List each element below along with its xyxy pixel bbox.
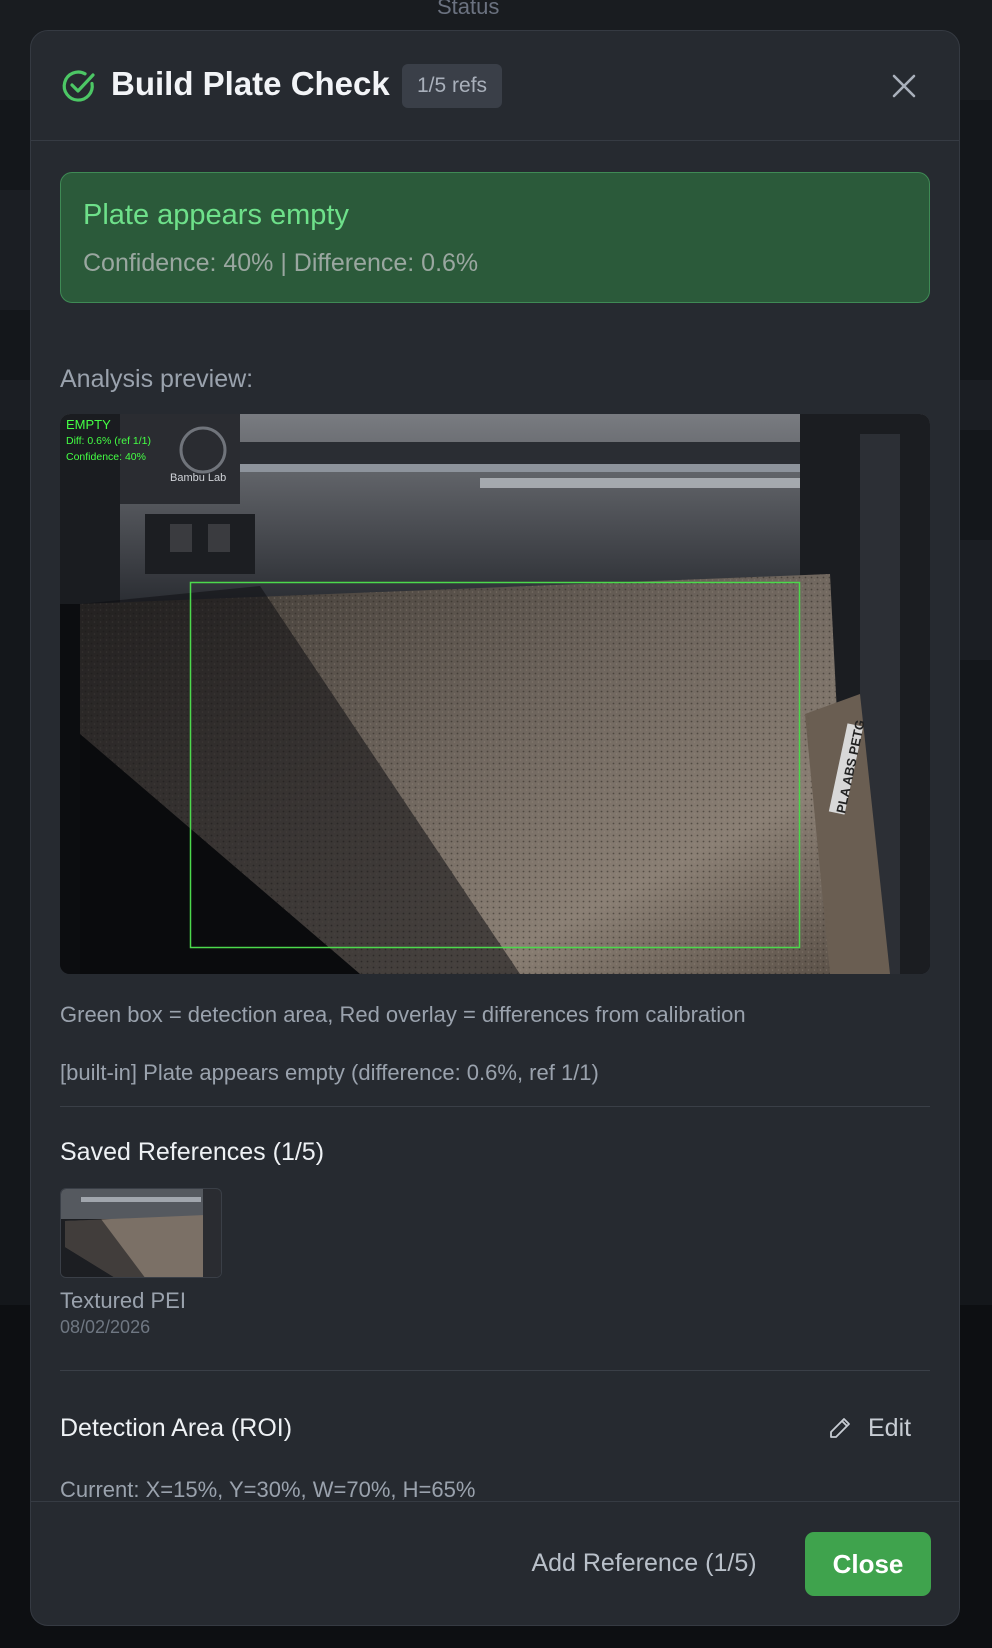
reference-name: Textured PEI (60, 1288, 186, 1313)
result-banner: Plate appears empty Confidence: 40% | Di… (60, 172, 930, 303)
section-divider (60, 1370, 930, 1371)
builtin-detection-note: [built-in] Plate appears empty (differen… (60, 1060, 599, 1085)
background-panel (960, 540, 992, 660)
overlay-status-text: EMPTY (66, 417, 111, 432)
background-panel (0, 380, 30, 430)
roi-title: Detection Area (ROI) (60, 1414, 293, 1442)
reference-thumbnail-image (61, 1189, 221, 1277)
printer-brand-logo-text: Bambu Lab (170, 472, 226, 484)
background-panel (0, 190, 30, 310)
close-icon[interactable] (886, 68, 922, 104)
section-divider (60, 1106, 930, 1107)
preview-caption: Green box = detection area, Red overlay … (60, 1002, 746, 1027)
camera-frame: PLA ABS PETG EMPTY Diff: 0.6% (ref 1/1) … (60, 414, 930, 974)
close-button[interactable]: Close (805, 1532, 931, 1596)
dialog-title: Build Plate Check (111, 65, 390, 102)
overlay-confidence-text: Confidence: 40% (66, 451, 146, 463)
reference-thumbnail[interactable] (60, 1188, 222, 1278)
check-circle-icon (62, 70, 95, 102)
overlay-diff-text: Diff: 0.6% (ref 1/1) (66, 435, 151, 447)
roi-current-values: Current: X=15%, Y=30%, W=70%, H=65% (60, 1477, 476, 1502)
add-reference-button[interactable]: Add Reference (1/5) (509, 1532, 779, 1594)
edit-roi-button[interactable]: Edit (828, 1406, 930, 1450)
analysis-preview-image: PLA ABS PETG EMPTY Diff: 0.6% (ref 1/1) … (60, 414, 930, 974)
dialog-header: Build Plate Check 1/5 refs (31, 31, 959, 141)
edit-roi-label: Edit (868, 1414, 912, 1442)
pencil-icon (830, 1418, 850, 1438)
result-title: Plate appears empty (83, 199, 349, 231)
background-status-label: Status (437, 0, 500, 19)
reference-date: 08/02/2026 (60, 1317, 151, 1337)
analysis-preview-label: Analysis preview: (60, 365, 254, 393)
refs-count-badge: 1/5 refs (402, 64, 503, 108)
build-plate-check-dialog: Build Plate Check 1/5 refs Plate appears… (30, 30, 960, 1626)
dialog-footer: Add Reference (1/5) Close (31, 1501, 959, 1625)
saved-references-title: Saved References (1/5) (60, 1138, 325, 1166)
result-metrics: Confidence: 40% | Difference: 0.6% (83, 249, 479, 277)
background-panel (960, 380, 992, 430)
